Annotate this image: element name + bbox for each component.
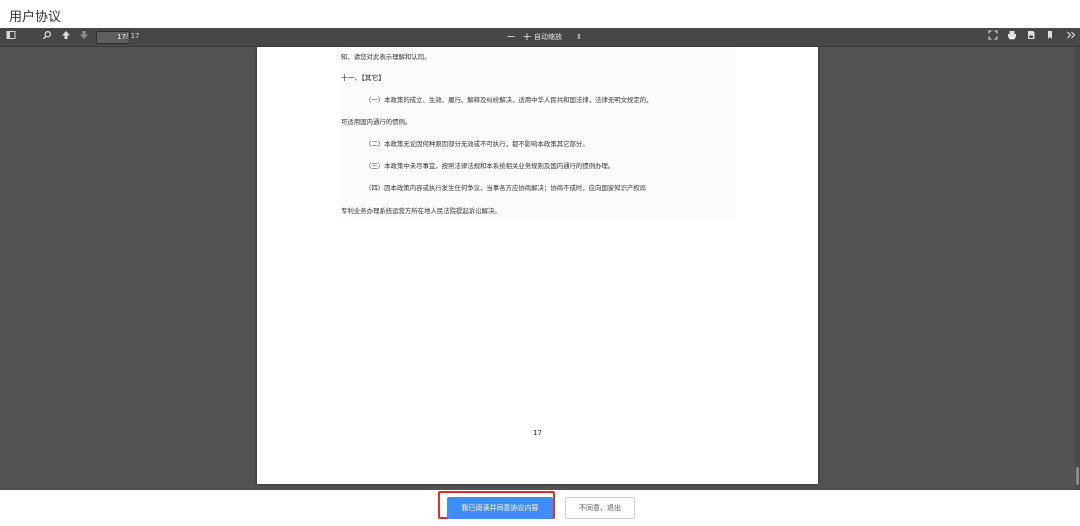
zoom-in-button[interactable]: + [520, 30, 534, 44]
dialog-title: 用户协议 [9, 10, 62, 25]
text-line: （四）因本政策内容或执行发生任何争议，当事各方应协商解决；协商不成时，应向国家知… [365, 184, 647, 192]
zoom-value: 自动缩放 [534, 33, 562, 41]
save-icon[interactable] [1024, 30, 1038, 44]
page-number-footer: 17 [533, 429, 542, 437]
arrow-down-icon[interactable] [77, 30, 91, 44]
text-line: 专利业务办理系统运营方所在地人民法院提起诉讼解决。 [341, 207, 501, 215]
text-block-background [341, 47, 736, 219]
pdf-toolbar: 17 / 17 − + 自动缩放 ⇕ [0, 28, 1080, 47]
zoom-select[interactable]: 自动缩放 ⇕ [534, 31, 586, 43]
dialog-footer: 我已阅读并同意协议内容 不同意，退出 [0, 490, 1080, 526]
print-icon[interactable] [1005, 30, 1019, 44]
text-line: 知，请您对此表示理解和认同。 [341, 53, 431, 61]
more-tools-icon[interactable] [1064, 30, 1078, 44]
pdf-page: 知，请您对此表示理解和认同。 十一、【其它】 （一）本政策的成立、生效、履行、解… [257, 47, 818, 484]
decline-button[interactable]: 不同意，退出 [565, 497, 635, 519]
dialog-header: 用户协议 [0, 0, 1080, 28]
pdf-viewer[interactable]: 知，请您对此表示理解和认同。 十一、【其它】 （一）本政策的成立、生效、履行、解… [0, 47, 1080, 490]
scrollbar[interactable] [1075, 47, 1080, 490]
text-line: （三）本政策中未尽事宜，按照法律法规和本系统相关业务规则及国内通行的惯例办理。 [365, 162, 615, 170]
section-heading: 十一、【其它】 [341, 74, 386, 82]
page-total-label: / 17 [126, 32, 140, 40]
scroll-thumb[interactable] [1076, 467, 1079, 485]
search-icon[interactable] [40, 30, 54, 44]
text-line: （二）本政策无论因何种原因部分无效或不可执行，都不影响本政策其它部分。 [365, 140, 589, 148]
page-number-input[interactable]: 17 [96, 31, 130, 44]
text-line: （一）本政策的成立、生效、履行、解释及纠纷解决，适用中华人民共和国法律，法律无明… [365, 96, 653, 104]
agree-button[interactable]: 我已阅读并同意协议内容 [447, 497, 553, 519]
bookmark-icon[interactable] [1043, 30, 1057, 44]
sidebar-toggle-icon[interactable] [4, 30, 18, 44]
text-line: 可适用国内通行的惯例。 [341, 118, 412, 126]
fullscreen-icon[interactable] [986, 30, 1000, 44]
zoom-out-button[interactable]: − [504, 30, 518, 44]
arrow-up-icon[interactable] [59, 30, 73, 44]
zoom-dropdown-icon: ⇕ [576, 33, 582, 41]
